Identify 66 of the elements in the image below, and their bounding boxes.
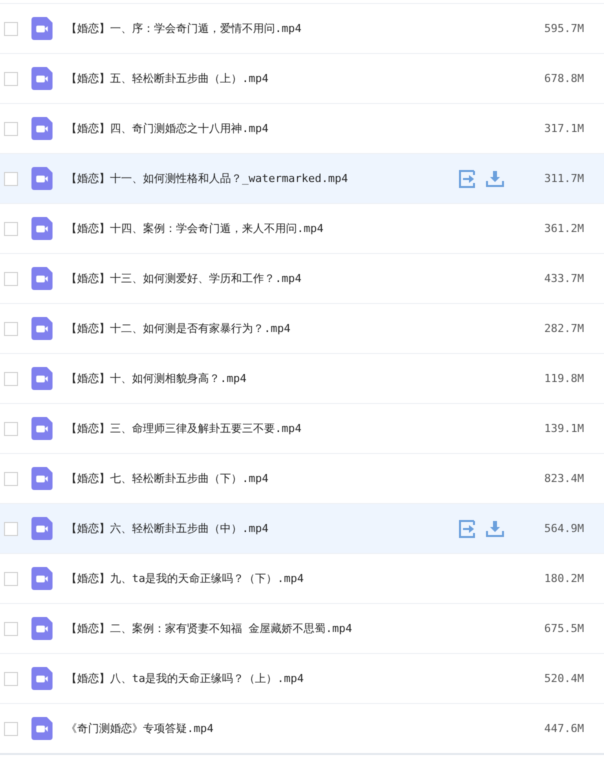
move-icon[interactable] [458, 170, 476, 188]
checkbox[interactable] [4, 172, 18, 186]
checkbox[interactable] [4, 222, 18, 236]
video-file-icon [31, 617, 53, 640]
checkbox[interactable] [4, 272, 18, 286]
file-name[interactable]: 【婚恋】六、轻松断卦五步曲（中）.mp4 [66, 521, 458, 536]
video-file-icon [31, 667, 53, 690]
file-size: 675.5M [543, 622, 585, 635]
file-name[interactable]: 【婚恋】十四、案例：学会奇门遁，来人不用问.mp4 [66, 221, 458, 236]
file-name[interactable]: 【婚恋】二、案例：家有贤妻不知福 金屋藏娇不思蜀.mp4 [66, 621, 458, 636]
checkbox[interactable] [4, 722, 18, 736]
file-name[interactable]: 【婚恋】九、ta是我的天命正缘吗？（下）.mp4 [66, 571, 458, 586]
download-icon[interactable] [486, 170, 504, 188]
video-file-icon [31, 217, 53, 240]
video-file-icon [31, 417, 53, 440]
checkbox[interactable] [4, 522, 18, 536]
file-size: 311.7M [543, 172, 585, 185]
file-size: 678.8M [543, 72, 585, 85]
file-size: 119.8M [543, 372, 585, 385]
checkbox[interactable] [4, 422, 18, 436]
video-file-icon [31, 317, 53, 340]
file-size: 282.7M [543, 322, 585, 335]
checkbox[interactable] [4, 672, 18, 686]
file-name[interactable]: 【婚恋】五、轻松断卦五步曲（上）.mp4 [66, 71, 458, 86]
video-file-icon [31, 467, 53, 490]
checkbox[interactable] [4, 572, 18, 586]
download-icon[interactable] [486, 520, 504, 538]
checkbox[interactable] [4, 72, 18, 86]
file-name[interactable]: 【婚恋】十二、如何测是否有家暴行为？.mp4 [66, 321, 458, 336]
checkbox[interactable] [4, 22, 18, 36]
file-name[interactable]: 【婚恋】一、序：学会奇门遁，爱情不用问.mp4 [66, 21, 458, 36]
file-name[interactable]: 《奇门测婚恋》专项答疑.mp4 [66, 721, 458, 736]
file-row[interactable]: 【婚恋】六、轻松断卦五步曲（中）.mp4 564.9M [0, 503, 604, 553]
video-file-icon [31, 67, 53, 90]
video-file-icon [31, 717, 53, 740]
move-icon[interactable] [458, 520, 476, 538]
file-name[interactable]: 【婚恋】三、命理师三律及解卦五要三不要.mp4 [66, 421, 458, 436]
file-name[interactable]: 【婚恋】十、如何测相貌身高？.mp4 [66, 371, 458, 386]
file-name[interactable]: 【婚恋】八、ta是我的天命正缘吗？（上）.mp4 [66, 671, 458, 686]
file-size: 317.1M [543, 122, 585, 135]
file-size: 180.2M [543, 572, 585, 585]
video-file-icon [31, 167, 53, 190]
checkbox[interactable] [4, 122, 18, 136]
file-name[interactable]: 【婚恋】十一、如何测性格和人品？_watermarked.mp4 [66, 171, 458, 186]
video-file-icon [31, 517, 53, 540]
file-size: 139.1M [543, 422, 585, 435]
file-size: 595.7M [543, 22, 585, 35]
checkbox[interactable] [4, 372, 18, 386]
file-name[interactable]: 【婚恋】七、轻松断卦五步曲（下）.mp4 [66, 471, 458, 486]
file-row[interactable]: 【婚恋】十一、如何测性格和人品？_watermarked.mp4 311.7M [0, 153, 604, 203]
file-size: 823.4M [543, 472, 585, 485]
video-file-icon [31, 567, 53, 590]
video-file-icon [31, 117, 53, 140]
file-size: 361.2M [543, 222, 585, 235]
video-file-icon [31, 267, 53, 290]
file-size: 433.7M [543, 272, 585, 285]
file-name[interactable]: 【婚恋】十三、如何测爱好、学历和工作？.mp4 [66, 271, 458, 286]
checkbox[interactable] [4, 322, 18, 336]
checkbox[interactable] [4, 472, 18, 486]
file-size: 520.4M [543, 672, 585, 685]
checkbox[interactable] [4, 622, 18, 636]
file-size: 447.6M [543, 722, 585, 735]
file-name[interactable]: 【婚恋】四、奇门测婚恋之十八用神.mp4 [66, 121, 458, 136]
video-file-icon [31, 17, 53, 40]
video-file-icon [31, 367, 53, 390]
file-size: 564.9M [543, 522, 585, 535]
